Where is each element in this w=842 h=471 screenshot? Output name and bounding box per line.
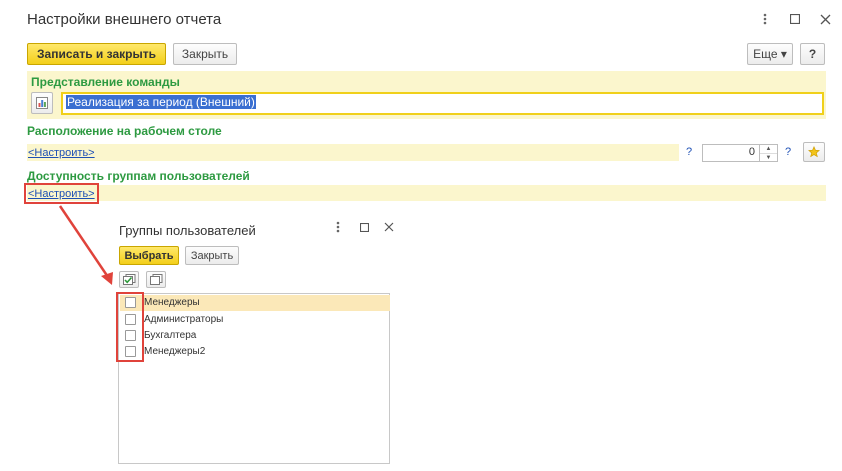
user-groups-list[interactable]: Менеджеры Администраторы Бухгалтера Мене…	[118, 293, 390, 464]
select-button[interactable]: Выбрать	[119, 246, 179, 265]
item-label: Менеджеры2	[144, 346, 206, 357]
item-label: Бухгалтера	[144, 330, 197, 341]
dialog-close-button[interactable]: Закрыть	[185, 246, 239, 265]
dialog-close-icon[interactable]	[380, 218, 398, 236]
list-item[interactable]: Бухгалтера	[120, 328, 390, 344]
item-label: Менеджеры	[144, 297, 200, 308]
dialog-title: Группы пользователей	[119, 223, 256, 238]
dialog-more-icon[interactable]	[329, 218, 347, 236]
item-label: Администраторы	[144, 314, 224, 325]
highlight-frame-checkboxes	[116, 292, 144, 362]
check-all-icon[interactable]	[119, 271, 139, 288]
list-item[interactable]: Менеджеры2	[120, 344, 390, 360]
dialog-maximize-icon[interactable]	[355, 218, 373, 236]
list-item[interactable]: Менеджеры	[120, 295, 390, 311]
uncheck-all-icon[interactable]	[146, 271, 166, 288]
list-item[interactable]: Администраторы	[120, 312, 390, 328]
